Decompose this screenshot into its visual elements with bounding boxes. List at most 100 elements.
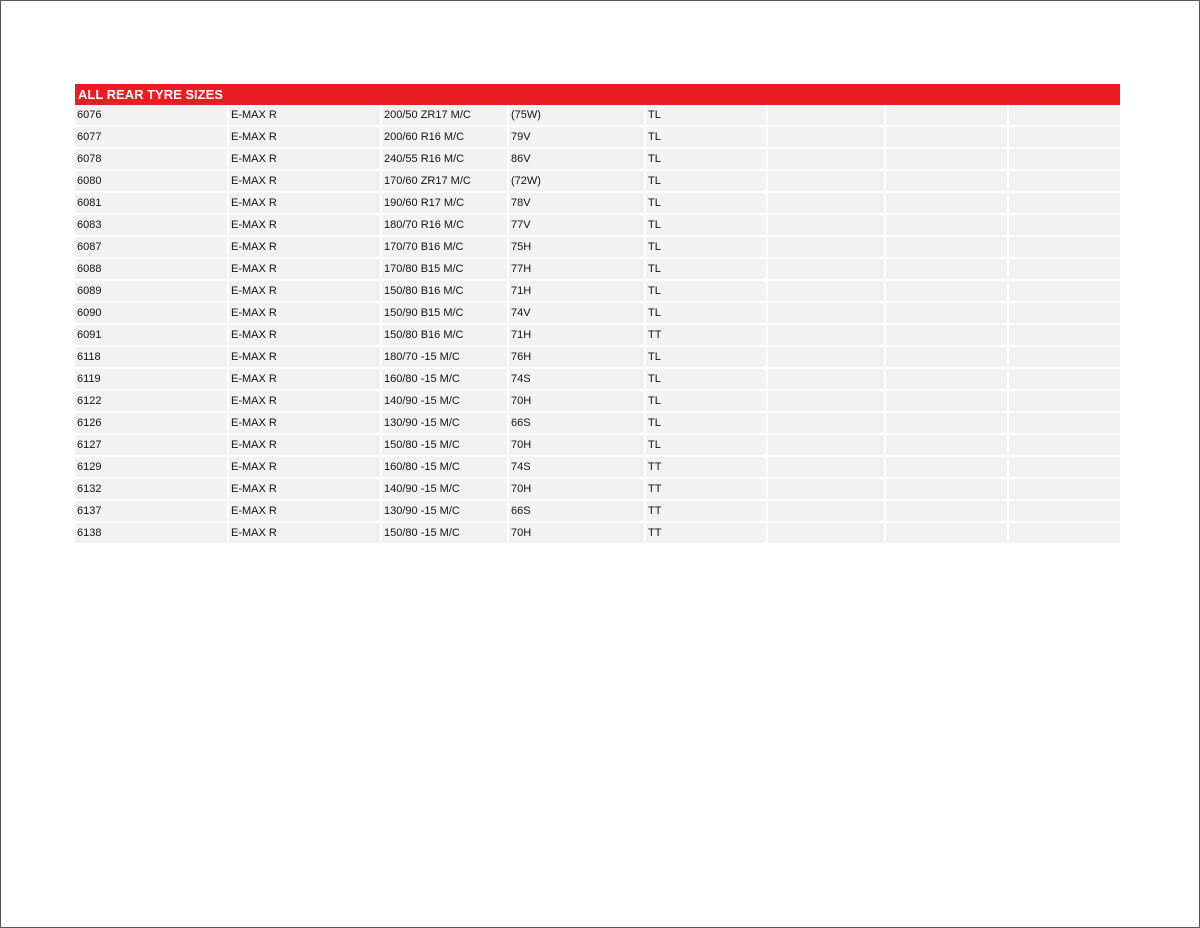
- empty-cell: [885, 105, 1009, 127]
- empty-cell: [885, 368, 1009, 391]
- empty-cell: [885, 148, 1009, 171]
- empty-cell: [1008, 214, 1120, 237]
- empty-cell: [885, 390, 1009, 413]
- tyre-size-cell: 160/80 -15 M/C: [381, 368, 509, 391]
- empty-cell: [885, 346, 1009, 369]
- product-code-cell: 6118: [75, 346, 229, 369]
- empty-cell: [767, 390, 886, 413]
- tyre-size-cell: 150/80 -15 M/C: [381, 434, 509, 457]
- load-speed-index-cell: 71H: [508, 280, 646, 303]
- product-code-cell: 6122: [75, 390, 229, 413]
- empty-cell: [1008, 368, 1120, 391]
- tube-type-cell: TL: [645, 412, 768, 435]
- empty-cell: [1008, 346, 1120, 369]
- table-row: 6122 E-MAX R 140/90 -15 M/C 70H TL: [75, 390, 1120, 413]
- empty-cell: [767, 214, 886, 237]
- tube-type-cell: TT: [645, 478, 768, 501]
- tyre-size-cell: 180/70 -15 M/C: [381, 346, 509, 369]
- tyre-size-cell: 200/50 ZR17 M/C: [381, 105, 509, 127]
- tyre-size-cell: 150/80 B16 M/C: [381, 280, 509, 303]
- empty-cell: [1008, 126, 1120, 149]
- empty-cell: [885, 302, 1009, 325]
- tube-type-cell: TL: [645, 302, 768, 325]
- tyre-size-cell: 140/90 -15 M/C: [381, 390, 509, 413]
- table-row: 6132 E-MAX R 140/90 -15 M/C 70H TT: [75, 478, 1120, 501]
- pattern-cell: E-MAX R: [228, 412, 382, 435]
- empty-cell: [885, 214, 1009, 237]
- empty-cell: [767, 324, 886, 347]
- load-speed-index-cell: 86V: [508, 148, 646, 171]
- tube-type-cell: TL: [645, 368, 768, 391]
- empty-cell: [885, 324, 1009, 347]
- empty-cell: [1008, 280, 1120, 303]
- table-row: 6119 E-MAX R 160/80 -15 M/C 74S TL: [75, 368, 1120, 391]
- empty-cell: [767, 126, 886, 149]
- tube-type-cell: TL: [645, 126, 768, 149]
- table-row: 6087 E-MAX R 170/70 B16 M/C 75H TL: [75, 236, 1120, 259]
- empty-cell: [885, 126, 1009, 149]
- empty-cell: [885, 170, 1009, 193]
- table-body: 6076 E-MAX R 200/50 ZR17 M/C (75W) TL 6077 E-M…: [75, 105, 1120, 545]
- load-speed-index-cell: 71H: [508, 324, 646, 347]
- tube-type-cell: TT: [645, 324, 768, 347]
- tube-type-cell: TL: [645, 258, 768, 281]
- empty-cell: [885, 478, 1009, 501]
- empty-cell: [885, 258, 1009, 281]
- product-code-cell: 6089: [75, 280, 229, 303]
- product-code-cell: 6080: [75, 170, 229, 193]
- table-row: 6126 E-MAX R 130/90 -15 M/C 66S TL: [75, 412, 1120, 435]
- pattern-cell: E-MAX R: [228, 478, 382, 501]
- tyre-size-cell: 140/90 -15 M/C: [381, 478, 509, 501]
- tube-type-cell: TL: [645, 170, 768, 193]
- table-row: 6088 E-MAX R 170/80 B15 M/C 77H TL: [75, 258, 1120, 281]
- empty-cell: [1008, 456, 1120, 479]
- empty-cell: [767, 105, 886, 127]
- pattern-cell: E-MAX R: [228, 170, 382, 193]
- load-speed-index-cell: 75H: [508, 236, 646, 259]
- empty-cell: [885, 412, 1009, 435]
- empty-cell: [1008, 390, 1120, 413]
- pattern-cell: E-MAX R: [228, 346, 382, 369]
- tyre-size-cell: 150/80 B16 M/C: [381, 324, 509, 347]
- tube-type-cell: TL: [645, 148, 768, 171]
- product-code-cell: 6076: [75, 105, 229, 127]
- pattern-cell: E-MAX R: [228, 434, 382, 457]
- load-speed-index-cell: 70H: [508, 478, 646, 501]
- pattern-cell: E-MAX R: [228, 148, 382, 171]
- pattern-cell: E-MAX R: [228, 302, 382, 325]
- empty-cell: [1008, 192, 1120, 215]
- empty-cell: [767, 368, 886, 391]
- tyre-size-cell: 240/55 R16 M/C: [381, 148, 509, 171]
- tube-type-cell: TL: [645, 105, 768, 127]
- empty-cell: [1008, 148, 1120, 171]
- empty-cell: [1008, 324, 1120, 347]
- tube-type-cell: TL: [645, 192, 768, 215]
- pattern-cell: E-MAX R: [228, 390, 382, 413]
- tube-type-cell: TL: [645, 236, 768, 259]
- tyre-size-cell: 130/90 -15 M/C: [381, 500, 509, 523]
- empty-cell: [767, 302, 886, 325]
- product-code-cell: 6087: [75, 236, 229, 259]
- table-row: 6078 E-MAX R 240/55 R16 M/C 86V TL: [75, 148, 1120, 171]
- empty-cell: [1008, 105, 1120, 127]
- product-code-cell: 6083: [75, 214, 229, 237]
- tyre-size-cell: 170/70 B16 M/C: [381, 236, 509, 259]
- empty-cell: [1008, 170, 1120, 193]
- load-speed-index-cell: 66S: [508, 412, 646, 435]
- section-title: ALL REAR TYRE SIZES: [75, 84, 1120, 105]
- empty-cell: [1008, 236, 1120, 259]
- tyre-size-cell: 130/90 -15 M/C: [381, 412, 509, 435]
- pattern-cell: E-MAX R: [228, 192, 382, 215]
- tube-type-cell: TT: [645, 522, 768, 545]
- tyre-size-cell: 190/60 R17 M/C: [381, 192, 509, 215]
- table-row: 6137 E-MAX R 130/90 -15 M/C 66S TT: [75, 500, 1120, 523]
- product-code-cell: 6077: [75, 126, 229, 149]
- product-code-cell: 6127: [75, 434, 229, 457]
- table-row: 6080 E-MAX R 170/60 ZR17 M/C (72W) TL: [75, 170, 1120, 193]
- pattern-cell: E-MAX R: [228, 126, 382, 149]
- tyre-sizes-sheet: ALL REAR TYRE SIZES 6076 E-MAX R 200/50 ZR…: [75, 84, 1120, 545]
- tyre-size-cell: 150/90 B15 M/C: [381, 302, 509, 325]
- table-row: 6090 E-MAX R 150/90 B15 M/C 74V TL: [75, 302, 1120, 325]
- tube-type-cell: TT: [645, 500, 768, 523]
- product-code-cell: 6132: [75, 478, 229, 501]
